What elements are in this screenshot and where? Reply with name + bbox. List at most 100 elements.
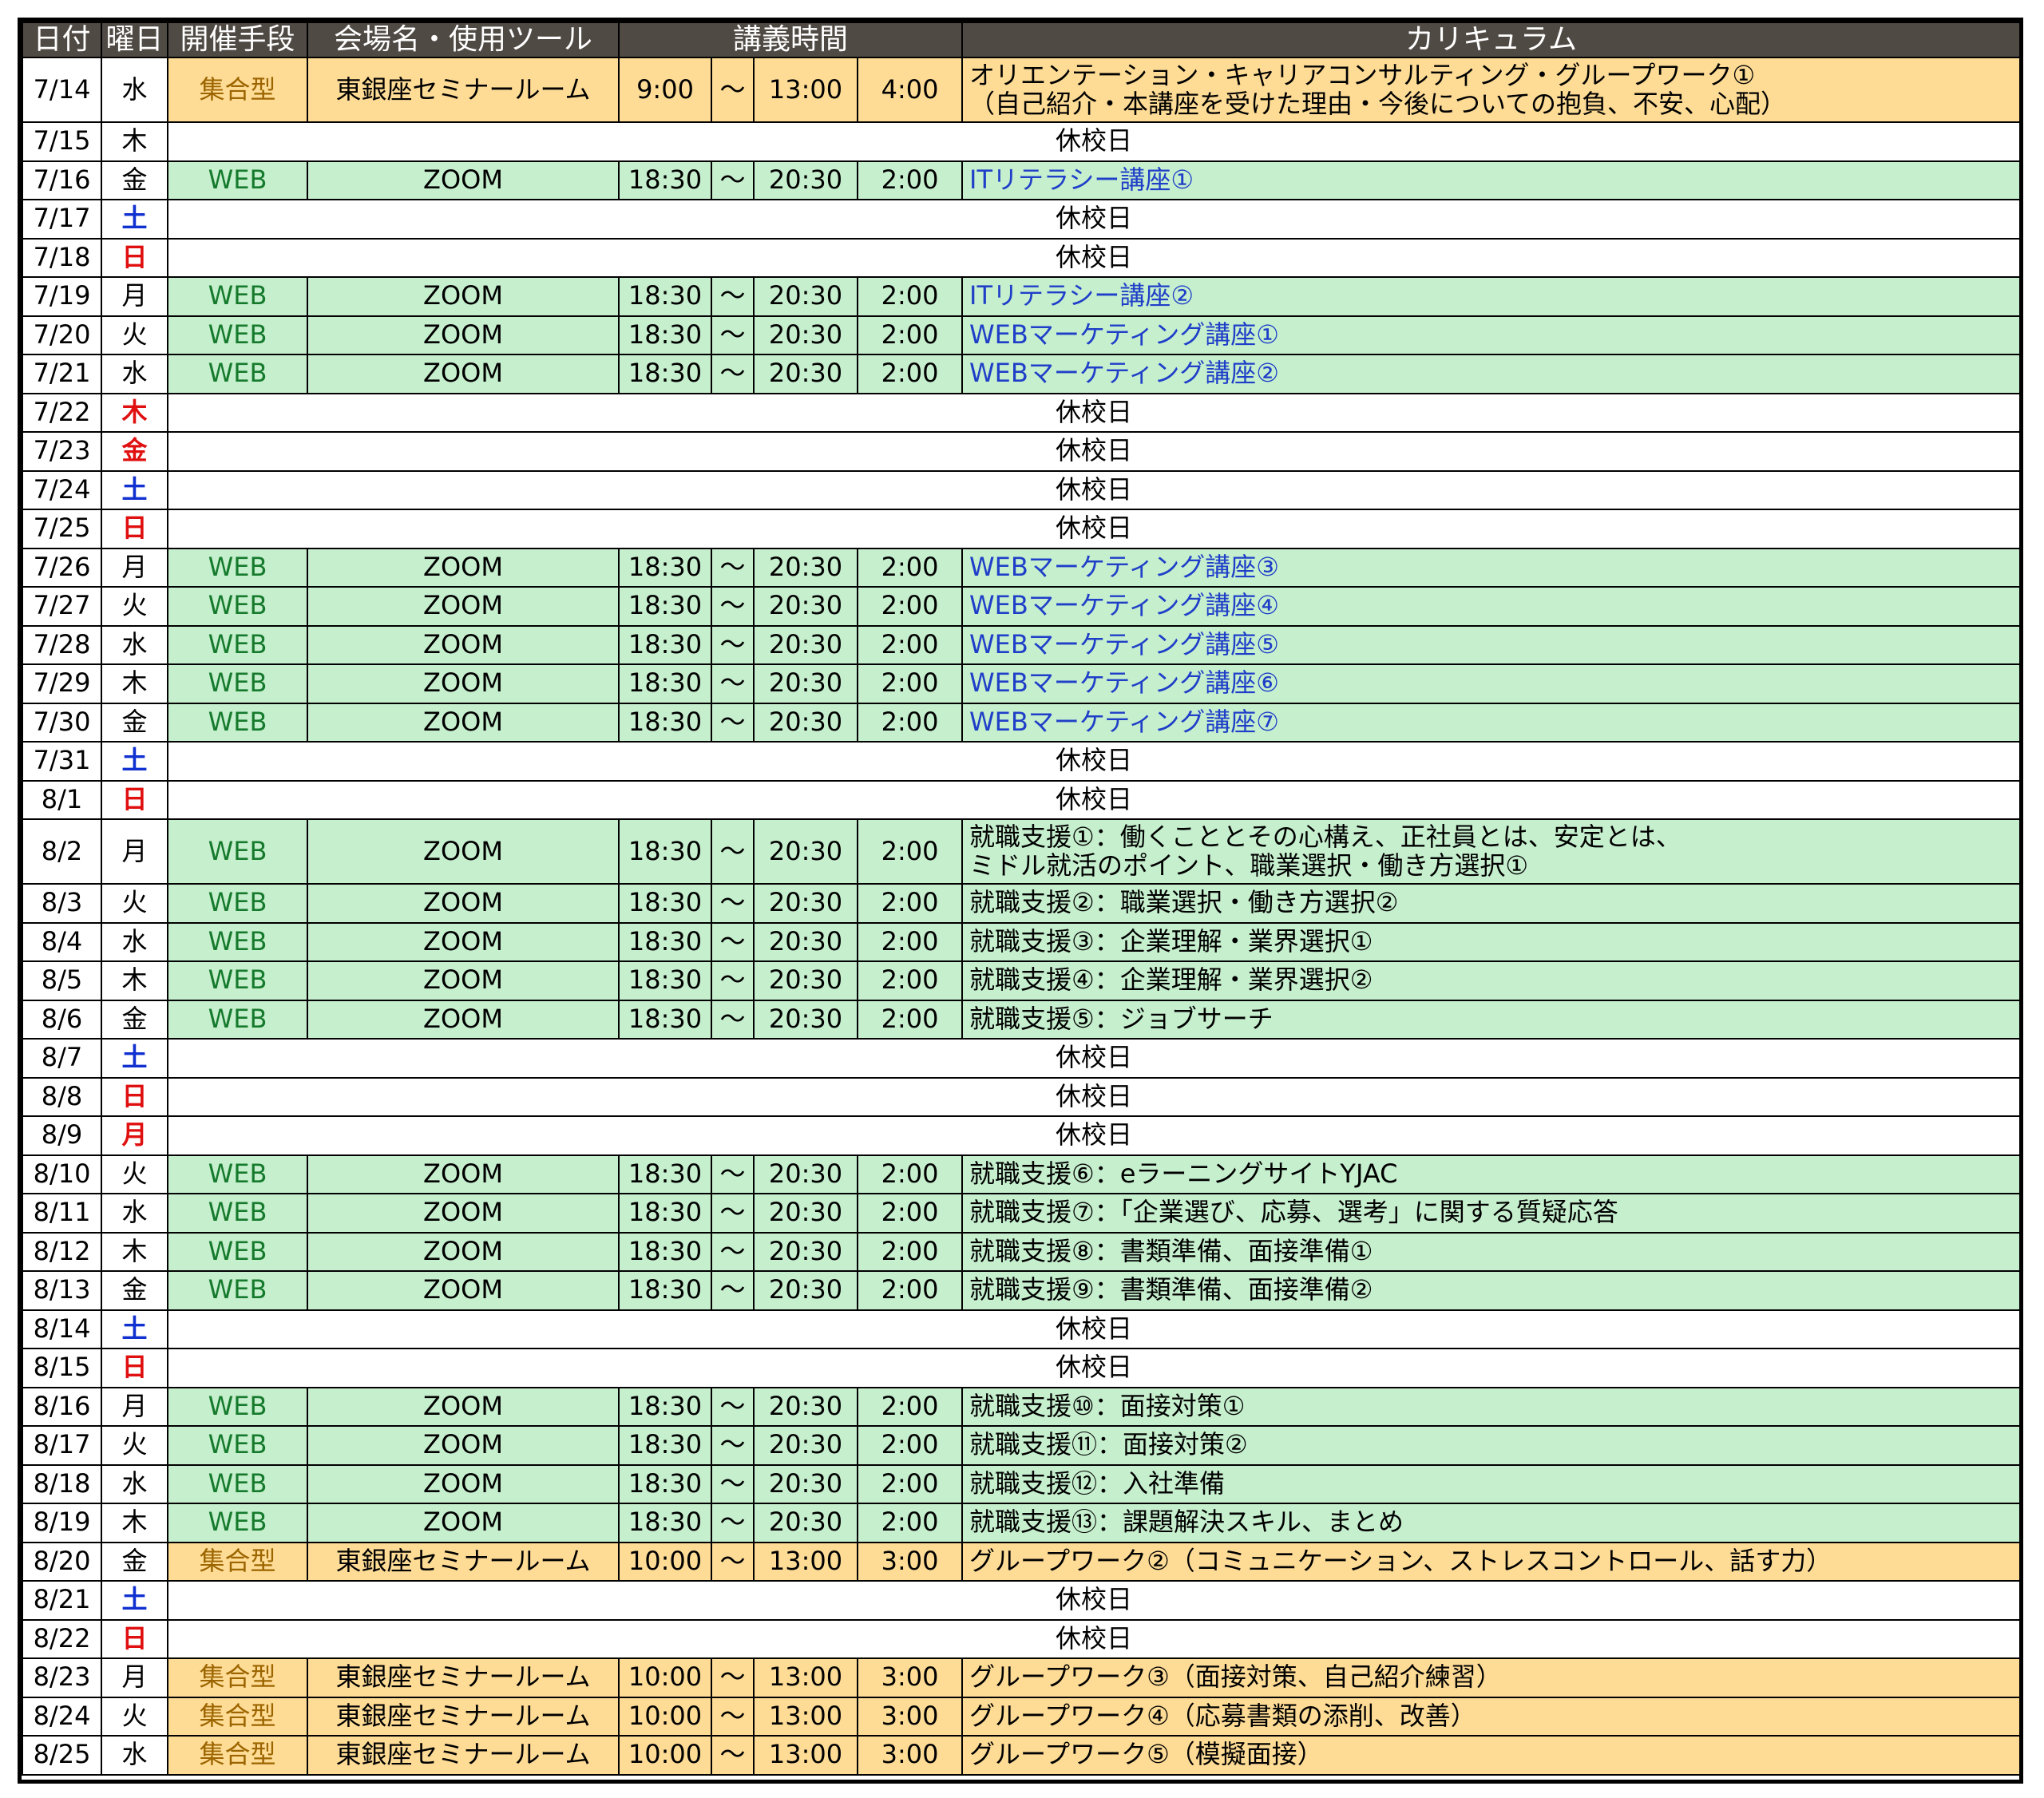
curriculum-text: 就職支援⑥：eラーニングサイトYJAC	[969, 1158, 1398, 1189]
start-time: 18:30	[618, 160, 712, 200]
method-cell: WEB	[167, 702, 308, 743]
weekday-cell: 日	[101, 509, 168, 549]
venue-cell: ZOOM	[307, 586, 620, 627]
curriculum-text: 就職支援⑦：「企業選び、応募、選考」に関する質疑応答	[969, 1197, 1618, 1228]
curriculum-text: WEBマーケティング講座③	[969, 551, 1279, 582]
class-row: 8/25 水集合型 東銀座セミナールーム 10:00 ～ 13:00 3:00 グループワーク…	[22, 1735, 2022, 1776]
curriculum-text: 就職支援④：企業理解・業界選択②	[969, 964, 1373, 996]
time-separator: ～	[711, 586, 755, 627]
venue-cell: ZOOM	[307, 1503, 620, 1543]
duration: 2:00	[856, 883, 964, 924]
method-cell: WEB	[167, 1270, 308, 1311]
closed-day-row: 7/25 日休校日	[22, 509, 2022, 549]
venue-cell: 東銀座セミナールーム	[307, 1735, 620, 1776]
class-row: 7/29 木 WEB ZOOM 18:30 ～ 20:30 2:00 WEBマーケティング講座⑥	[22, 663, 2022, 704]
start-time: 18:30	[618, 1425, 712, 1466]
venue-cell: ZOOM	[307, 883, 620, 924]
closed-label: 休校日	[166, 509, 2022, 549]
start-time: 18:30	[618, 354, 712, 394]
weekday-cell: 土	[101, 1580, 168, 1621]
class-row: 7/16 金 WEB ZOOM 18:30 ～ 20:30 2:00 ITリテラシー講座①	[22, 160, 2022, 200]
method-cell: WEB	[167, 315, 308, 355]
curriculum-cell: 就職支援③：企業理解・業界選択①	[961, 921, 2022, 962]
weekday-cell: 月	[101, 1657, 168, 1698]
venue-cell: ZOOM	[307, 999, 620, 1040]
duration: 2:00	[856, 276, 964, 317]
time-separator: ～	[711, 160, 755, 200]
duration: 2:00	[856, 1503, 964, 1543]
date-cell: 8/12	[22, 1231, 102, 1272]
end-time: 20:30	[753, 1270, 858, 1311]
date-cell: 7/16	[22, 160, 102, 200]
venue-cell: 東銀座セミナールーム	[307, 1541, 620, 1582]
duration: 2:00	[856, 818, 964, 885]
venue-cell: ZOOM	[307, 921, 620, 962]
weekday-cell: 火	[101, 1154, 168, 1194]
weekday-cell: 日	[101, 1348, 168, 1388]
method-cell: 集合型	[167, 1735, 308, 1776]
end-time: 13:00	[753, 57, 858, 123]
class-row: 8/23 月集合型 東銀座セミナールーム 10:00 ～ 13:00 3:00 グループワーク…	[22, 1657, 2022, 1698]
end-time: 20:30	[753, 547, 858, 588]
date-cell: 8/18	[22, 1463, 102, 1504]
closed-day-row: 8/9 月休校日	[22, 1115, 2022, 1156]
curriculum-text: 就職支援⑧：書類準備、面接準備①	[969, 1235, 1373, 1266]
end-time: 20:30	[753, 160, 858, 200]
time-separator: ～	[711, 1154, 755, 1194]
start-time: 18:30	[618, 276, 712, 317]
curriculum-cell: WEBマーケティング講座⑦	[961, 702, 2022, 743]
start-time: 18:30	[618, 702, 712, 743]
method-cell: WEB	[167, 1463, 308, 1504]
class-row: 8/4 水 WEB ZOOM 18:30 ～ 20:30 2:00 就職支援③：企業理解・業界選…	[22, 921, 2022, 962]
date-cell: 7/15	[22, 121, 102, 162]
closed-day-row: 7/24 土休校日	[22, 469, 2022, 510]
curriculum-text: 就職支援⑬：課題解決スキル、まとめ	[969, 1507, 1404, 1538]
venue-cell: ZOOM	[307, 160, 620, 200]
venue-cell: ZOOM	[307, 276, 620, 317]
weekday-cell: 水	[101, 921, 168, 962]
venue-cell: ZOOM	[307, 1463, 620, 1504]
class-row: 8/16 月 WEB ZOOM 18:30 ～ 20:30 2:00 就職支援⑩：面接対策①	[22, 1386, 2022, 1427]
closed-label: 休校日	[166, 1115, 2022, 1156]
curriculum-text: WEBマーケティング講座①	[969, 319, 1279, 350]
method-cell: WEB	[167, 1425, 308, 1466]
curriculum-text: WEBマーケティング講座②	[969, 358, 1279, 389]
weekday-cell: 金	[101, 1270, 168, 1311]
curriculum-text: グループワーク⑤（模擬面接）	[969, 1739, 1323, 1770]
date-cell: 8/22	[22, 1618, 102, 1659]
schedule-sheet: 日付 曜日 開催手段 会場名・使用ツール 講義時間 カリキュラム 7/14 水集合…	[18, 18, 2023, 1784]
closed-day-row: 7/31 土休校日	[22, 741, 2022, 782]
method-cell: WEB	[167, 921, 308, 962]
curriculum-cell: 就職支援⑦：「企業選び、応募、選考」に関する質疑応答	[961, 1193, 2022, 1234]
curriculum-cell: WEBマーケティング講座③	[961, 547, 2022, 588]
curriculum-cell: 就職支援⑨：書類準備、面接準備②	[961, 1270, 2022, 1311]
closed-day-row: 7/23 金休校日	[22, 431, 2022, 472]
duration: 2:00	[856, 160, 964, 200]
date-cell: 7/23	[22, 431, 102, 472]
weekday-cell: 木	[101, 960, 168, 1001]
curriculum-cell: WEBマーケティング講座④	[961, 586, 2022, 627]
weekday-cell: 金	[101, 1541, 168, 1582]
class-row: 7/30 金 WEB ZOOM 18:30 ～ 20:30 2:00 WEBマーケティング講座⑦	[22, 702, 2022, 743]
time-separator: ～	[711, 883, 755, 924]
weekday-cell: 火	[101, 315, 168, 355]
curriculum-cell: 就職支援⑬：課題解決スキル、まとめ	[961, 1503, 2022, 1543]
closed-label: 休校日	[166, 1618, 2022, 1659]
venue-cell: 東銀座セミナールーム	[307, 57, 620, 123]
time-separator: ～	[711, 1270, 755, 1311]
curriculum-cell: 就職支援⑩：面接対策①	[961, 1386, 2022, 1427]
curriculum-text: WEBマーケティング講座⑤	[969, 628, 1279, 659]
closed-label: 休校日	[166, 199, 2022, 240]
curriculum-cell: 就職支援⑧：書類準備、面接準備①	[961, 1231, 2022, 1272]
date-cell: 8/20	[22, 1541, 102, 1582]
venue-cell: ZOOM	[307, 354, 620, 394]
start-time: 18:30	[618, 586, 712, 627]
closed-label: 休校日	[166, 1348, 2022, 1388]
end-time: 20:30	[753, 1231, 858, 1272]
curriculum-text: 就職支援⑤：ジョブサーチ	[969, 1003, 1274, 1034]
date-cell: 7/30	[22, 702, 102, 743]
date-cell: 8/15	[22, 1348, 102, 1388]
end-time: 20:30	[753, 1425, 858, 1466]
weekday-cell: 水	[101, 1193, 168, 1234]
end-time: 20:30	[753, 1503, 858, 1543]
